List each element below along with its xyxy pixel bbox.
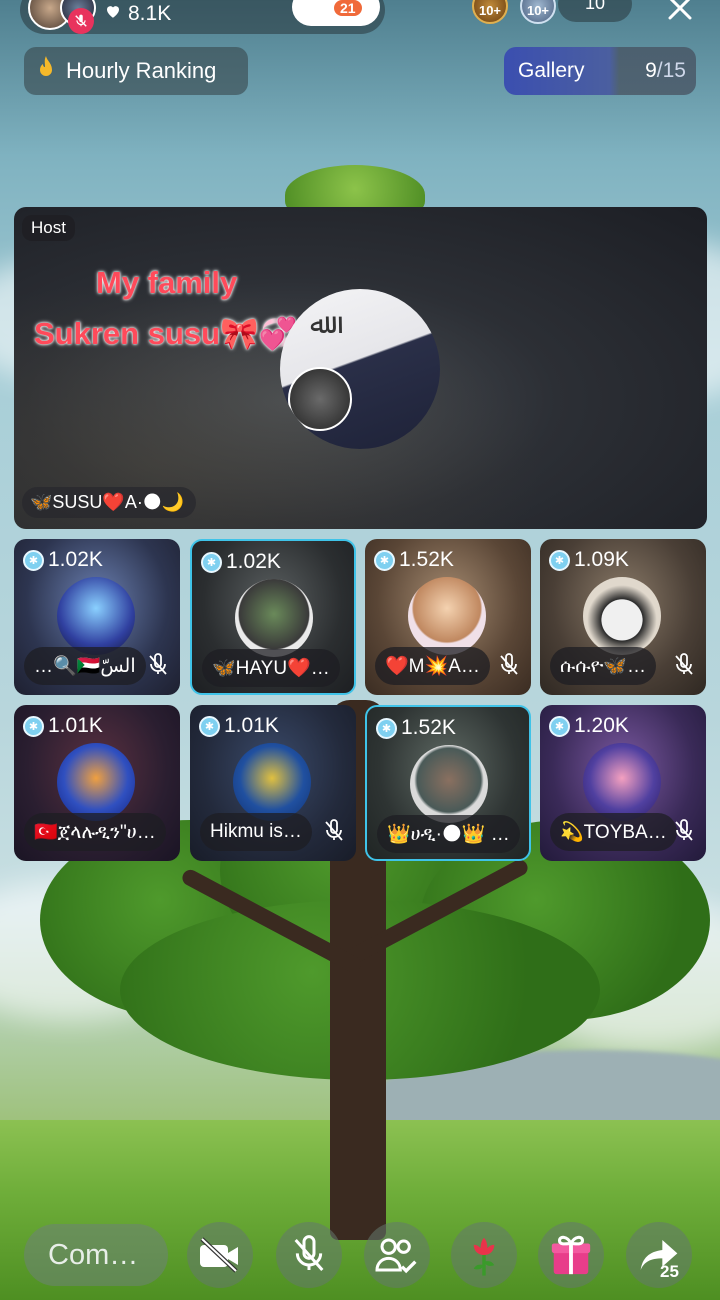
guest-seat[interactable]: ✱ 1.20K 💫TOYBA… [540, 705, 706, 861]
seat-score-value: 1.01K [224, 714, 279, 737]
mic-muted-icon [672, 819, 696, 843]
likes-count: 8.1K [128, 2, 172, 25]
guest-seat[interactable]: ✱ 1.09K ሱሱዮ🦋… [540, 539, 706, 695]
seat-name: ሱሱዮ🦋… [550, 647, 657, 685]
seat-avatar[interactable] [57, 577, 135, 655]
gallery-label: Gallery [518, 59, 585, 82]
seat-score-value: 1.02K [48, 548, 103, 571]
gift-button[interactable] [538, 1222, 604, 1288]
level-badge-gold[interactable]: 10+ [472, 0, 508, 24]
heart-icon [104, 2, 122, 26]
follow-count-badge: 21 [334, 0, 362, 16]
top-bar: 8.1K 21 10+ 10+ 10 [0, 0, 720, 40]
diamond-score-icon: ✱ [376, 717, 397, 739]
mic-off-icon [294, 1235, 324, 1271]
gift-icon [551, 1235, 591, 1275]
mic-muted-icon [146, 653, 170, 677]
diamond-score-icon: ✱ [549, 715, 570, 737]
seat-name: 🇹🇷ጀላሉዲን"ሀ… [24, 813, 166, 851]
rose-gift-button[interactable] [451, 1222, 517, 1288]
guest-seat[interactable]: ✱ 1.52K 👑ሀዲ·🌑👑 … [365, 705, 531, 861]
likes-counter: 8.1K [104, 2, 171, 26]
diamond-score-icon: ✱ [201, 551, 222, 573]
seat-score: ✱ 1.52K [376, 716, 456, 740]
share-count: 25 [660, 1262, 679, 1281]
guest-seat[interactable]: ✱ 1.02K …🔍🇸🇩السّ [14, 539, 180, 695]
seat-avatar[interactable] [235, 579, 313, 657]
close-icon [668, 0, 692, 20]
gallery-counter: 9/15 [645, 59, 686, 82]
mic-muted-icon [672, 653, 696, 677]
guest-seat[interactable]: ✱ 1.01K 🇹🇷ጀላሉዲን"ሀ… [14, 705, 180, 861]
seat-score-value: 1.52K [399, 548, 454, 571]
seat-avatar[interactable] [583, 743, 661, 821]
seat-score: ✱ 1.09K [549, 548, 629, 572]
mic-muted-icon [68, 8, 94, 34]
hourly-ranking-label: Hourly Ranking [66, 58, 217, 83]
seat-avatar[interactable] [583, 577, 661, 655]
seat-name: 👑ሀዲ·🌑👑 … [377, 815, 520, 853]
seat-score: ✱ 1.20K [549, 714, 629, 738]
seat-score-value: 1.01K [48, 714, 103, 737]
level-badge-silver[interactable]: 10+ [520, 0, 556, 24]
seat-name: 🦋HAYU❤️… [202, 649, 340, 687]
mic-muted-icon [497, 653, 521, 677]
seat-score-value: 1.09K [574, 548, 629, 571]
seat-name: …🔍🇸🇩السّ [24, 647, 146, 685]
seat-score-value: 1.02K [226, 550, 281, 573]
host-seat-card[interactable]: Host My family Sukren susu🎀💞 ﷲ 🦋SUSU❤️A·… [14, 207, 707, 529]
seat-name: Hikmu is… [200, 813, 312, 851]
viewer-count[interactable]: 10 [558, 0, 632, 22]
close-button[interactable] [662, 0, 698, 26]
seat-score: ✱ 1.01K [23, 714, 103, 738]
camera-off-icon [200, 1237, 238, 1273]
diamond-score-icon: ✱ [199, 715, 220, 737]
rose-icon [473, 1237, 495, 1276]
comment-input[interactable]: Com… [24, 1224, 168, 1286]
seat-avatar[interactable] [410, 745, 488, 823]
seat-score: ✱ 1.02K [201, 550, 281, 574]
guests-button[interactable] [364, 1222, 430, 1288]
seat-score-value: 1.52K [401, 716, 456, 739]
diamond-score-icon: ✱ [23, 715, 44, 737]
seat-avatar[interactable] [233, 743, 311, 821]
host-badge: Host [22, 215, 75, 241]
seat-name: 💫TOYBA… [550, 813, 677, 851]
seat-avatar[interactable] [57, 743, 135, 821]
banner-text-line2: Sukren susu🎀💞 [34, 316, 298, 351]
seat-score-value: 1.20K [574, 714, 629, 737]
gallery-button[interactable]: Gallery 9/15 [504, 47, 696, 95]
banner-text-line1: My family [96, 265, 238, 300]
host-name-tag: 🦋SUSU❤️A·🌑🌙 [22, 487, 197, 518]
camera-toggle-button[interactable] [187, 1222, 253, 1288]
diamond-score-icon: ✱ [374, 549, 395, 571]
diamond-score-icon: ✱ [23, 549, 44, 571]
guest-seat[interactable]: ✱ 1.52K ❤️M💥A… [365, 539, 531, 695]
share-button[interactable] [626, 1222, 692, 1288]
fire-icon [34, 55, 58, 87]
seat-score: ✱ 1.02K [23, 548, 103, 572]
seat-score: ✱ 1.52K [374, 548, 454, 572]
guest-seat[interactable]: ✱ 1.02K 🦋HAYU❤️… [190, 539, 356, 695]
seat-name: ❤️M💥A… [375, 647, 490, 685]
mic-toggle-button[interactable] [276, 1222, 342, 1288]
host-profile-photo[interactable]: ﷲ [280, 289, 440, 449]
guest-seat[interactable]: ✱ 1.01K Hikmu is… [190, 705, 356, 861]
users-check-icon [375, 1238, 417, 1274]
diamond-score-icon: ✱ [549, 549, 570, 571]
hourly-ranking-button[interactable]: Hourly Ranking [24, 47, 248, 95]
mic-muted-icon [322, 819, 346, 843]
seat-avatar[interactable] [408, 577, 486, 655]
seat-score: ✱ 1.01K [199, 714, 279, 738]
